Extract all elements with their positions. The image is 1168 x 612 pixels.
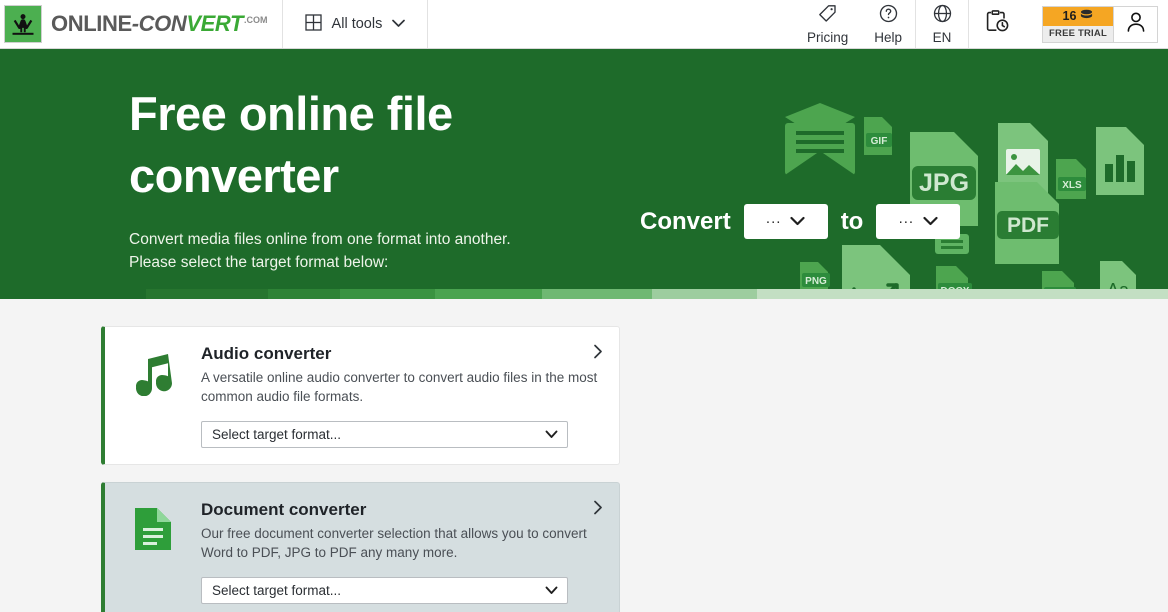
svg-text:JPG: JPG	[919, 169, 969, 197]
nav-item-language[interactable]: EN	[916, 0, 968, 48]
stripe-segment	[340, 289, 435, 299]
stripe-segment	[146, 289, 268, 299]
trial-label: FREE TRIAL	[1049, 28, 1107, 39]
convert-to-dropdown[interactable]: ...	[876, 204, 961, 239]
stripe-segment	[435, 289, 542, 299]
nav-item-help[interactable]: Help	[861, 0, 915, 48]
nav-label-pricing: Pricing	[806, 29, 849, 45]
globe-icon	[933, 4, 952, 28]
clipboard-clock-icon	[985, 9, 1010, 39]
card-target-select[interactable]: Select target format...	[201, 577, 568, 604]
coin-icon	[1080, 9, 1093, 23]
trial-count-value: 16	[1062, 9, 1077, 23]
stripe-segment	[542, 289, 652, 299]
file-xls-icon: XLS	[1056, 159, 1086, 199]
stripe-segment	[757, 289, 1168, 299]
chevron-down-icon	[392, 16, 406, 32]
nav-label-help: Help	[874, 29, 902, 45]
stripe-segment	[0, 289, 146, 299]
user-account-button[interactable]	[1113, 6, 1157, 42]
conversion-history-button[interactable]	[969, 0, 1026, 48]
chevron-down-icon	[790, 213, 806, 231]
card-target-select[interactable]: Select target format...	[201, 421, 568, 448]
hero-section: GIF JPG XLS PDF PNG Free online file con…	[0, 49, 1168, 299]
page-title-line-2: converter	[129, 149, 339, 202]
trial-credits: 16 FREE TRIAL	[1043, 6, 1113, 42]
grid-icon	[304, 13, 322, 35]
card-title: Audio converter	[201, 344, 332, 363]
card-title: Document converter	[201, 500, 367, 519]
logo-text-online: ONLINE	[51, 11, 132, 36]
convert-label: Convert	[640, 207, 731, 235]
svg-text:PDF: PDF	[1007, 214, 1049, 237]
svg-text:PNG: PNG	[805, 276, 827, 287]
card-select-label: Select target format...	[212, 583, 342, 598]
header-spacer	[428, 0, 794, 48]
logo-text-dash: -	[131, 11, 139, 36]
chevron-down-icon	[545, 427, 558, 442]
site-logo[interactable]: ONLINE - CON VERT .COM	[0, 0, 282, 48]
hero-text-block: Free online file converter Convert media…	[0, 49, 560, 274]
envelope-icon	[785, 103, 855, 175]
chevron-down-icon	[923, 213, 938, 231]
file-bar-chart-icon	[1096, 127, 1144, 195]
logo-text-con: CON	[138, 11, 187, 36]
all-tools-menu[interactable]: All tools	[283, 0, 428, 48]
card-body: Audio converter A versatile online audio …	[201, 344, 601, 448]
nav-label-language: EN	[932, 29, 952, 45]
convert-from-value: ...	[765, 210, 782, 227]
convert-from-dropdown[interactable]: ...	[743, 204, 828, 239]
stripe-segment	[652, 289, 757, 299]
convert-to-label: to	[840, 207, 864, 235]
card-body: Document converter Our free document conv…	[201, 500, 601, 604]
user-avatar-icon	[1124, 10, 1148, 39]
person-raising-arms-icon	[4, 5, 42, 43]
trial-count-row: 16	[1043, 6, 1113, 26]
page-title: Free online file converter	[129, 83, 560, 207]
svg-text:GIF: GIF	[871, 136, 888, 147]
chevron-down-icon	[545, 583, 558, 598]
free-trial-badge[interactable]: 16 FREE TRIAL	[1042, 5, 1158, 43]
top-navigation-bar: ONLINE-CONVERT.COM All tools Pricing	[0, 0, 1168, 49]
tag-icon	[818, 4, 837, 28]
card-description: Our free document converter selection th…	[201, 526, 587, 560]
converter-card[interactable]: Document converter Our free document conv…	[101, 482, 620, 612]
nav-item-pricing[interactable]: Pricing	[794, 0, 861, 48]
convert-selector-widget: Convert ... to ...	[640, 204, 961, 239]
convert-to-value: ...	[898, 210, 915, 227]
svg-text:XLS: XLS	[1062, 180, 1082, 191]
all-tools-label: All tools	[331, 16, 383, 32]
chevron-right-icon[interactable]	[593, 500, 603, 519]
page-subtitle: Convert media files online from one form…	[129, 231, 511, 271]
file-gif-icon: GIF	[864, 117, 892, 155]
logo-text-vert: VERT	[186, 11, 244, 36]
logo-text-com: .COM	[244, 15, 268, 25]
question-circle-icon	[879, 4, 898, 28]
hero-bottom-stripes	[0, 289, 1168, 299]
logo-wordmark: ONLINE - CON VERT .COM	[51, 11, 268, 37]
converter-cards-grid: Audio converter A versatile online audio …	[0, 299, 1168, 612]
stripe-segment	[268, 289, 340, 299]
card-description: A versatile online audio converter to co…	[201, 370, 598, 404]
converter-card[interactable]: Audio converter A versatile online audio …	[101, 326, 620, 465]
music-note-icon	[127, 344, 179, 448]
card-select-label: Select target format...	[212, 427, 342, 442]
chevron-right-icon[interactable]	[593, 344, 603, 363]
page-title-line-1: Free online file	[129, 87, 453, 140]
document-icon	[127, 500, 179, 604]
file-pdf-icon: PDF	[995, 182, 1059, 264]
